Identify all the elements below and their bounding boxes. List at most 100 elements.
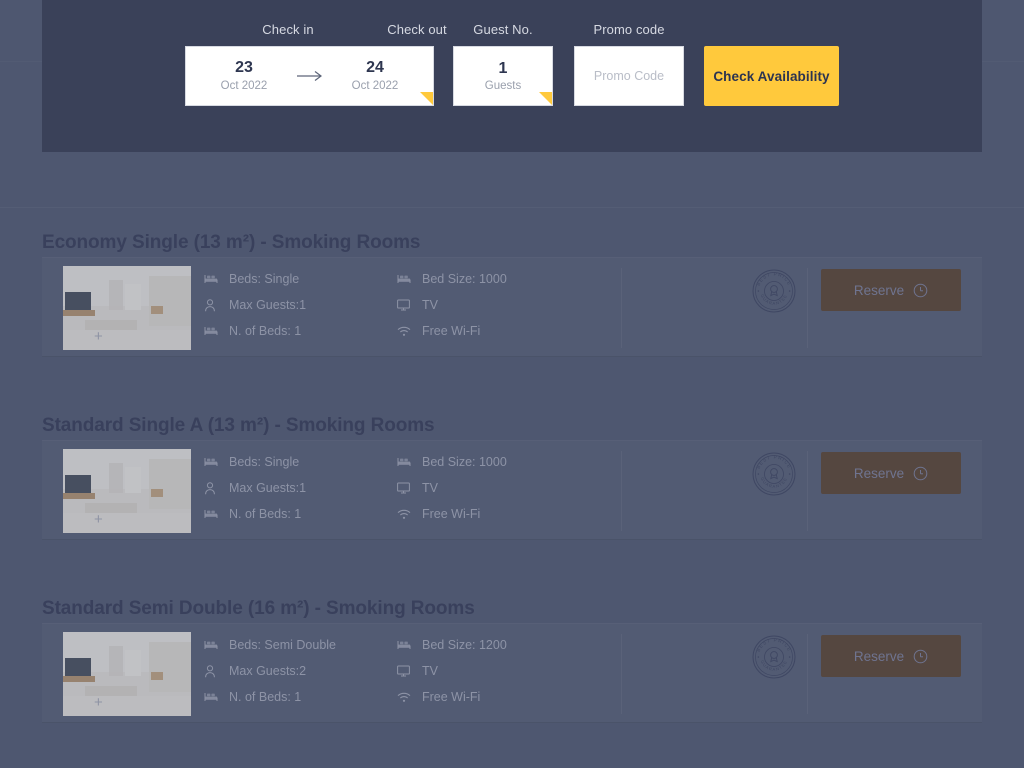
bed-icon xyxy=(397,455,415,469)
room-spec-row: Free Wi-Fi xyxy=(397,318,597,344)
check-in-day: 23 xyxy=(235,59,253,77)
room-spec-row: Max Guests:2 xyxy=(204,658,394,684)
room-spec-text: Max Guests:1 xyxy=(229,481,307,495)
room-spec-text: N. of Beds: 1 xyxy=(229,324,302,338)
room-specs-primary: Beds: Semi Double Max Guests:2 N. of Beds:… xyxy=(204,632,394,710)
booking-search-panel: Check in Check out Guest No. Promo code … xyxy=(42,0,982,152)
guest-count-value: 1 xyxy=(498,60,508,77)
column-divider-1 xyxy=(621,451,622,531)
room-spec-text: TV xyxy=(422,298,438,312)
room-spec-text: Max Guests:2 xyxy=(229,664,307,678)
guest-picker-corner-flag-icon xyxy=(539,92,552,105)
bed-icon xyxy=(204,272,222,286)
room-spec-row: Free Wi-Fi xyxy=(397,501,597,527)
column-divider-1 xyxy=(621,268,622,348)
room-spec-row: Beds: Single xyxy=(204,449,394,475)
person-icon xyxy=(204,298,222,312)
room-spec-text: N. of Beds: 1 xyxy=(229,690,302,704)
check-in-date[interactable]: 23 Oct 2022 xyxy=(196,59,292,93)
svg-text:BEST PRICE: BEST PRICE xyxy=(756,637,793,652)
room-title: Standard Semi Double (16 m²) - Smoking R… xyxy=(42,598,475,619)
room-spec-text: Beds: Single xyxy=(229,272,300,286)
guest-number-picker[interactable]: 1 Guests xyxy=(453,46,553,106)
room-spec-row: TV xyxy=(397,292,597,318)
room-spec-row: Max Guests:1 xyxy=(204,292,394,318)
room-spec-text: Bed Size: 1200 xyxy=(422,638,507,652)
room-specs-secondary: Bed Size: 1000 TV Free Wi-Fi xyxy=(397,449,597,527)
promo-code-label: Promo code xyxy=(593,22,665,37)
thumbnail-expand-plus-icon[interactable]: + xyxy=(94,695,103,710)
reserve-button[interactable]: Reserve xyxy=(821,452,961,494)
reserve-button[interactable]: Reserve xyxy=(821,269,961,311)
bed-icon xyxy=(204,690,222,704)
column-divider-1 xyxy=(621,634,622,714)
room-specs-secondary: Bed Size: 1200 TV Free Wi-Fi xyxy=(397,632,597,710)
site-header-left-gutter xyxy=(0,0,42,62)
room-spec-row: Beds: Semi Double xyxy=(204,632,394,658)
bed-icon xyxy=(397,638,415,652)
check-out-day: 24 xyxy=(366,59,384,77)
room-spec-text: TV xyxy=(422,664,438,678)
room-photo xyxy=(63,449,191,533)
best-price-guarantee-badge: BEST PRICE GUARANTEE xyxy=(752,452,796,496)
promo-code-input[interactable] xyxy=(575,47,683,105)
person-icon xyxy=(204,664,222,678)
room-thumbnail[interactable]: + xyxy=(63,449,191,533)
svg-text:BEST PRICE: BEST PRICE xyxy=(756,454,793,469)
reserve-button-label: Reserve xyxy=(853,465,905,481)
thumbnail-expand-plus-icon[interactable]: + xyxy=(94,512,103,527)
room-spec-row: N. of Beds: 1 xyxy=(204,318,394,344)
room-spec-text: Beds: Semi Double xyxy=(229,638,337,652)
room-title: Standard Single A (13 m²) - Smoking Room… xyxy=(42,415,435,436)
room-photo xyxy=(63,266,191,350)
tv-icon xyxy=(397,664,415,678)
room-block-2: Standard Single A (13 m²) - Smoking Room… xyxy=(42,412,982,540)
bed-icon xyxy=(204,324,222,338)
reserve-button[interactable]: Reserve xyxy=(821,635,961,677)
person-icon xyxy=(204,481,222,495)
svg-text:GUARANTEE: GUARANTEE xyxy=(760,659,789,672)
room-card: + Beds: Semi Double Max Guests:2 N. of Bed… xyxy=(42,623,982,723)
svg-text:GUARANTEE: GUARANTEE xyxy=(760,293,789,306)
column-divider-2 xyxy=(807,268,808,348)
room-spec-text: Free Wi-Fi xyxy=(422,324,481,338)
best-price-guarantee-badge: BEST PRICE GUARANTEE xyxy=(752,269,796,313)
room-spec-row: TV xyxy=(397,658,597,684)
column-divider-2 xyxy=(807,634,808,714)
bed-icon xyxy=(204,455,222,469)
room-block-3: Standard Semi Double (16 m²) - Smoking R… xyxy=(42,595,982,723)
guest-number-label: Guest No. xyxy=(473,22,533,37)
arrow-right-icon xyxy=(295,70,325,82)
room-photo xyxy=(63,632,191,716)
check-availability-button[interactable]: Check Availability xyxy=(704,46,839,106)
reserve-button-label: Reserve xyxy=(853,648,905,664)
tv-icon xyxy=(397,298,415,312)
room-spec-text: TV xyxy=(422,481,438,495)
room-specs-secondary: Bed Size: 1000 TV Free Wi-Fi xyxy=(397,266,597,344)
tv-icon xyxy=(397,481,415,495)
room-spec-row: Bed Size: 1000 xyxy=(397,266,597,292)
room-card: + Beds: Single Max Guests:1 N. of Beds: 1 … xyxy=(42,257,982,357)
room-thumbnail[interactable]: + xyxy=(63,266,191,350)
room-spec-text: Free Wi-Fi xyxy=(422,507,481,521)
room-specs-primary: Beds: Single Max Guests:1 N. of Beds: 1 xyxy=(204,266,394,344)
date-range-picker[interactable]: 23 Oct 2022 24 Oct 2022 xyxy=(185,46,434,106)
room-spec-row: Free Wi-Fi xyxy=(397,684,597,710)
room-spec-text: Free Wi-Fi xyxy=(422,690,481,704)
room-spec-text: N. of Beds: 1 xyxy=(229,507,302,521)
reserve-button-label: Reserve xyxy=(853,282,905,298)
room-spec-text: Bed Size: 1000 xyxy=(422,455,507,469)
room-list-content: Economy Single (13 m²) - Smoking Rooms + xyxy=(0,152,1024,768)
room-spec-row: Bed Size: 1000 xyxy=(397,449,597,475)
thumbnail-expand-plus-icon[interactable]: + xyxy=(94,329,103,344)
room-spec-text: Max Guests:1 xyxy=(229,298,307,312)
room-thumbnail[interactable]: + xyxy=(63,632,191,716)
wifi-icon xyxy=(397,507,415,521)
guest-label-group: Guest No. xyxy=(453,22,553,37)
wifi-icon xyxy=(397,690,415,704)
check-out-date[interactable]: 24 Oct 2022 xyxy=(327,59,423,93)
booking-fields-row: Check in Check out Guest No. Promo code … xyxy=(42,0,982,152)
room-spec-row: N. of Beds: 1 xyxy=(204,501,394,527)
promo-code-field[interactable] xyxy=(574,46,684,106)
guest-count-unit: Guests xyxy=(484,80,522,92)
